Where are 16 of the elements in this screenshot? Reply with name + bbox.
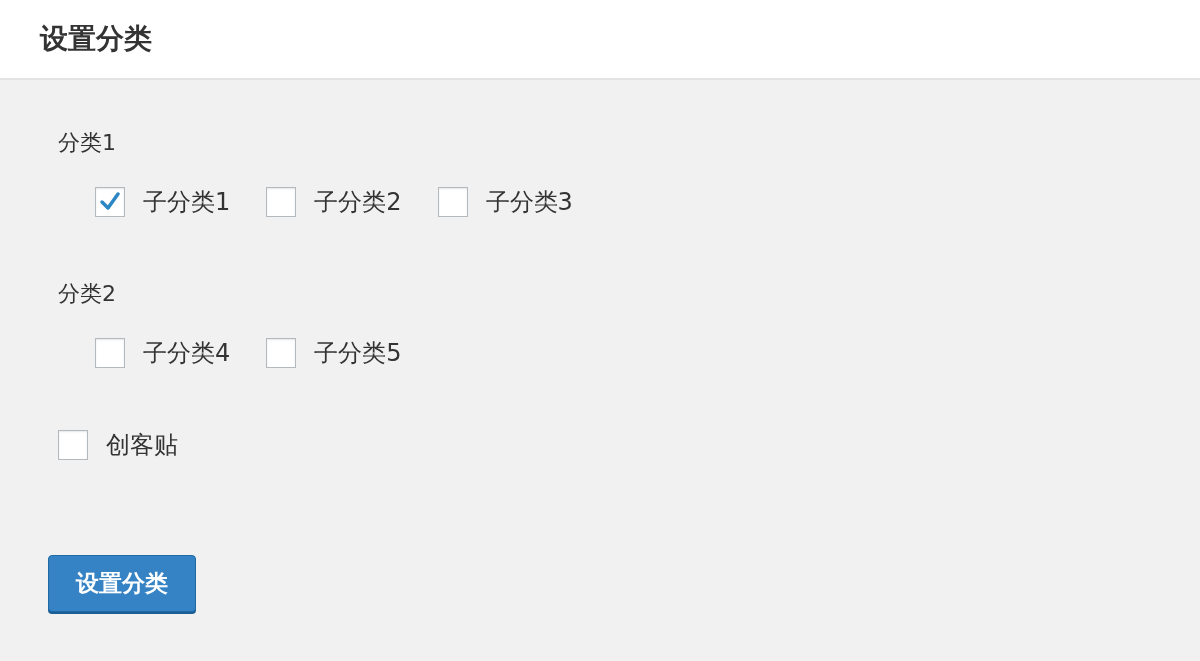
group-label: 分类2 xyxy=(58,281,117,307)
checkbox-label[interactable]: 子分类1 xyxy=(143,186,231,218)
checkbox-label[interactable]: 子分类5 xyxy=(314,337,402,369)
submit-button[interactable]: 设置分类 xyxy=(48,555,196,612)
checkbox-label[interactable]: 子分类2 xyxy=(314,186,402,218)
checkbox-label[interactable]: 子分类4 xyxy=(143,337,231,369)
checkbox[interactable] xyxy=(437,187,468,217)
checkbox[interactable] xyxy=(266,338,297,368)
page-title: 设置分类 xyxy=(40,21,152,57)
checkbox[interactable] xyxy=(266,187,297,217)
checkbox[interactable] xyxy=(95,338,125,368)
checkbox[interactable] xyxy=(58,430,88,460)
group-label: 分类1 xyxy=(58,130,117,156)
checkbox[interactable] xyxy=(95,187,125,217)
checkbox-label[interactable]: 创客贴 xyxy=(106,429,178,461)
checkbox-label[interactable]: 子分类3 xyxy=(485,186,573,218)
